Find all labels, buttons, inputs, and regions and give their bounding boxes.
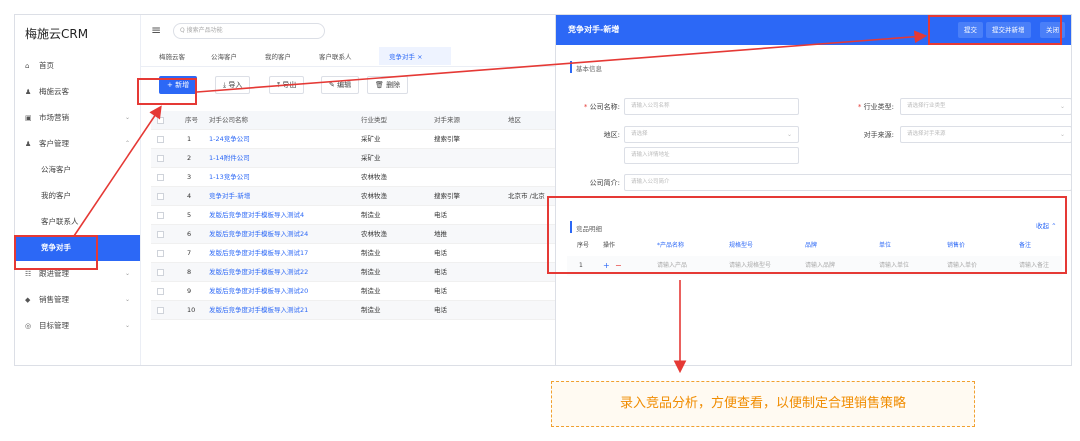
- annotation-callout: 录入竞品分析，方便查看，以便制定合理销售策略: [551, 381, 975, 427]
- arrow-add-to-dialog: [196, 30, 928, 93]
- annotation-arrows: [73, 30, 928, 374]
- arrow-menu-to-add: [73, 105, 162, 237]
